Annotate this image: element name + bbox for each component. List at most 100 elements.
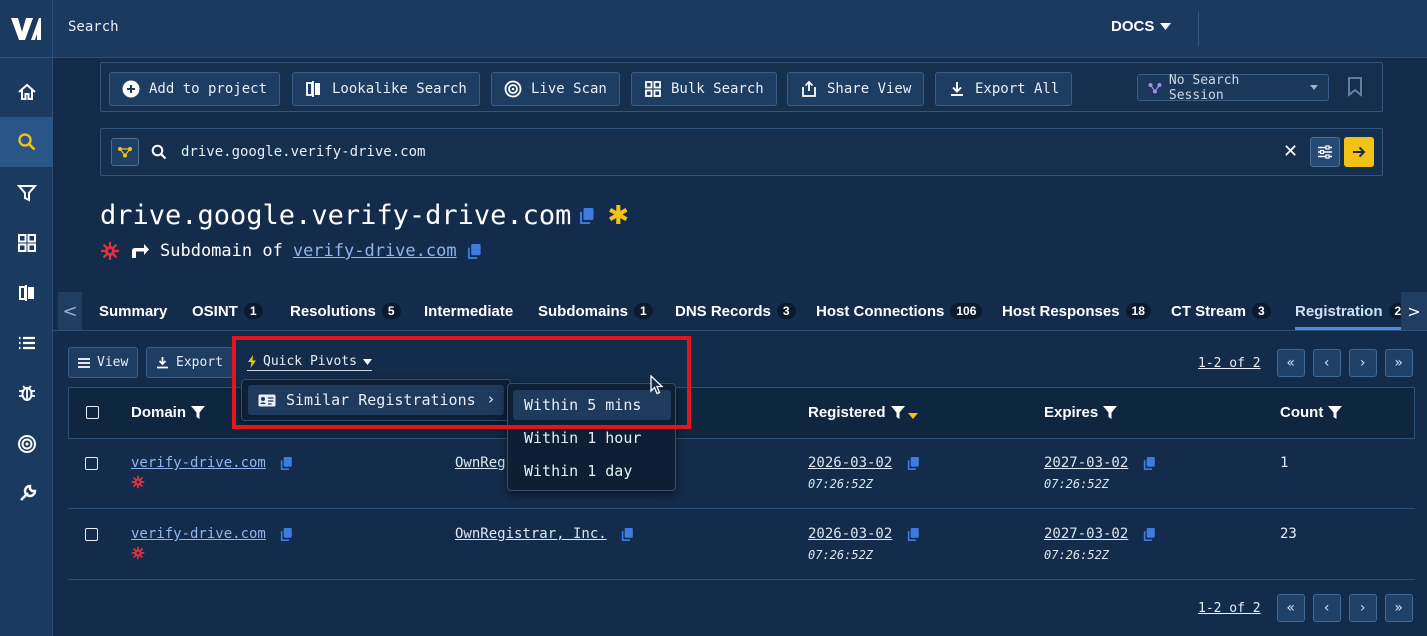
registered-date[interactable]: 2026-03-02 [808, 526, 892, 542]
live-scan-button[interactable]: Live Scan [491, 72, 620, 106]
tab-resolutions[interactable]: Resolutions 5 [290, 300, 401, 322]
tab-summary[interactable]: Summary [99, 300, 167, 322]
copy-icon[interactable] [907, 527, 920, 542]
next-page-button[interactable]: › [1348, 349, 1377, 377]
expires-date[interactable]: 2027-03-02 [1044, 526, 1128, 542]
add-to-project-button[interactable]: Add to project [109, 72, 281, 106]
column-domain[interactable]: Domain [131, 404, 206, 421]
tab-label: Host Connections [816, 302, 945, 320]
chevron-left-icon: ‹ [1323, 355, 1330, 371]
prev-page-button[interactable]: ‹ [1312, 594, 1341, 622]
copy-icon[interactable] [280, 527, 293, 542]
nav-home[interactable] [0, 67, 53, 117]
search-input[interactable] [181, 139, 1081, 165]
tabs-scroll-right[interactable]: > [1401, 292, 1427, 330]
tab-subdomains[interactable]: Subdomains 1 [538, 300, 653, 322]
table-row: verify-drive.com OwnReg 2026-03-02 07:26… [68, 439, 1415, 509]
tab-label: Subdomains [538, 302, 629, 320]
registrar-link[interactable]: OwnReg [455, 455, 506, 471]
nav-list[interactable] [0, 318, 53, 368]
export-all-button[interactable]: Export All [935, 72, 1073, 106]
registrar-link[interactable]: OwnRegistrar, Inc. [455, 526, 607, 542]
tab-intermediate[interactable]: Intermediate [424, 300, 513, 322]
tab-label: Host Responses [1002, 302, 1120, 320]
registered-date[interactable]: 2026-03-02 [808, 455, 892, 471]
tab-dns-records[interactable]: DNS Records 3 [675, 300, 796, 322]
search-mode-button[interactable] [111, 138, 139, 166]
nav-lookalike[interactable] [0, 268, 53, 318]
bulk-search-button[interactable]: Bulk Search [631, 72, 777, 106]
row-checkbox[interactable] [85, 457, 98, 470]
nav-target[interactable] [0, 419, 53, 469]
lookalike-search-button[interactable]: Lookalike Search [292, 72, 480, 106]
divider [1198, 12, 1199, 46]
copy-icon[interactable] [467, 243, 482, 260]
expires-date[interactable]: 2027-03-02 [1044, 455, 1128, 471]
sort-desc-icon[interactable] [907, 412, 918, 419]
filter-icon[interactable] [1328, 406, 1343, 419]
last-page-button[interactable]: » [1384, 594, 1413, 622]
docs-menu[interactable]: DOCS [1111, 18, 1172, 35]
nav-search[interactable] [0, 117, 53, 167]
chevron-left-icon: ‹ [1323, 600, 1330, 616]
row-checkbox[interactable] [85, 528, 98, 541]
column-label: Expires [1044, 404, 1099, 421]
nav-malware[interactable] [0, 368, 53, 418]
search-session-select[interactable]: No Search Session [1137, 73, 1329, 103]
registrar-cell: OwnReg [455, 455, 506, 471]
share-view-button[interactable]: Share View [787, 72, 925, 106]
parent-domain-link[interactable]: verify-drive.com [293, 241, 457, 261]
favorite-star[interactable]: ✱ [607, 201, 629, 231]
logo[interactable] [0, 0, 52, 58]
column-count[interactable]: Count [1280, 404, 1343, 421]
domain-cell: verify-drive.com [131, 455, 293, 493]
first-page-button[interactable]: « [1276, 349, 1305, 377]
grid-icon [645, 81, 661, 97]
double-chevron-right-icon: » [1394, 600, 1403, 616]
share-icon [802, 80, 816, 97]
copy-icon[interactable] [907, 456, 920, 471]
copy-icon[interactable] [1143, 456, 1156, 471]
home-icon [17, 83, 36, 100]
select-all-checkbox[interactable] [86, 406, 99, 419]
copy-icon[interactable] [1143, 527, 1156, 542]
copy-icon[interactable] [621, 527, 634, 542]
tab-registration[interactable]: Registration24 [1295, 300, 1414, 322]
column-registered[interactable]: Registered [808, 404, 918, 421]
add-to-project-label: Add to project [149, 81, 268, 97]
tab-host-responses[interactable]: Host Responses 18 [1002, 300, 1151, 322]
copy-icon[interactable] [579, 207, 595, 225]
domain-link[interactable]: verify-drive.com [131, 526, 266, 542]
clear-search-button[interactable]: ✕ [1283, 141, 1298, 162]
highlight-annotation [232, 336, 691, 429]
tab-host-connections[interactable]: Host Connections 106 [816, 300, 983, 322]
lookalike-icon [18, 285, 34, 301]
first-page-button[interactable]: « [1276, 594, 1305, 622]
tab-ct-stream[interactable]: CT Stream 3 [1171, 300, 1271, 322]
tab-osint[interactable]: OSINT 1 [192, 300, 263, 322]
bulk-search-label: Bulk Search [671, 81, 764, 97]
filter-icon[interactable] [1103, 406, 1118, 419]
arrow-right-icon [1353, 146, 1366, 158]
bookmark-button[interactable] [1347, 77, 1363, 101]
search-options-button[interactable] [1310, 137, 1340, 167]
view-button[interactable]: View [68, 347, 139, 378]
copy-icon[interactable] [280, 456, 293, 471]
bookmark-icon [1348, 77, 1362, 97]
prev-page-button[interactable]: ‹ [1312, 349, 1341, 377]
nav-dashboard[interactable] [0, 218, 53, 268]
double-chevron-left-icon: « [1286, 600, 1295, 616]
domain-link[interactable]: verify-drive.com [131, 455, 266, 471]
search-submit-button[interactable] [1344, 137, 1374, 167]
filter-icon[interactable] [191, 406, 206, 419]
column-expires[interactable]: Expires [1044, 404, 1118, 421]
last-page-button[interactable]: » [1384, 349, 1413, 377]
tabs-scroll-left[interactable]: < [58, 292, 82, 330]
nav-tools[interactable] [0, 469, 53, 519]
registrar-cell: OwnRegistrar, Inc. [455, 526, 634, 542]
nav-filter[interactable] [0, 168, 53, 218]
export-button[interactable]: Export [146, 347, 233, 378]
filter-icon[interactable] [890, 406, 905, 419]
next-page-button[interactable]: › [1348, 594, 1377, 622]
within-1-day-item[interactable]: Within 1 day [513, 456, 671, 486]
